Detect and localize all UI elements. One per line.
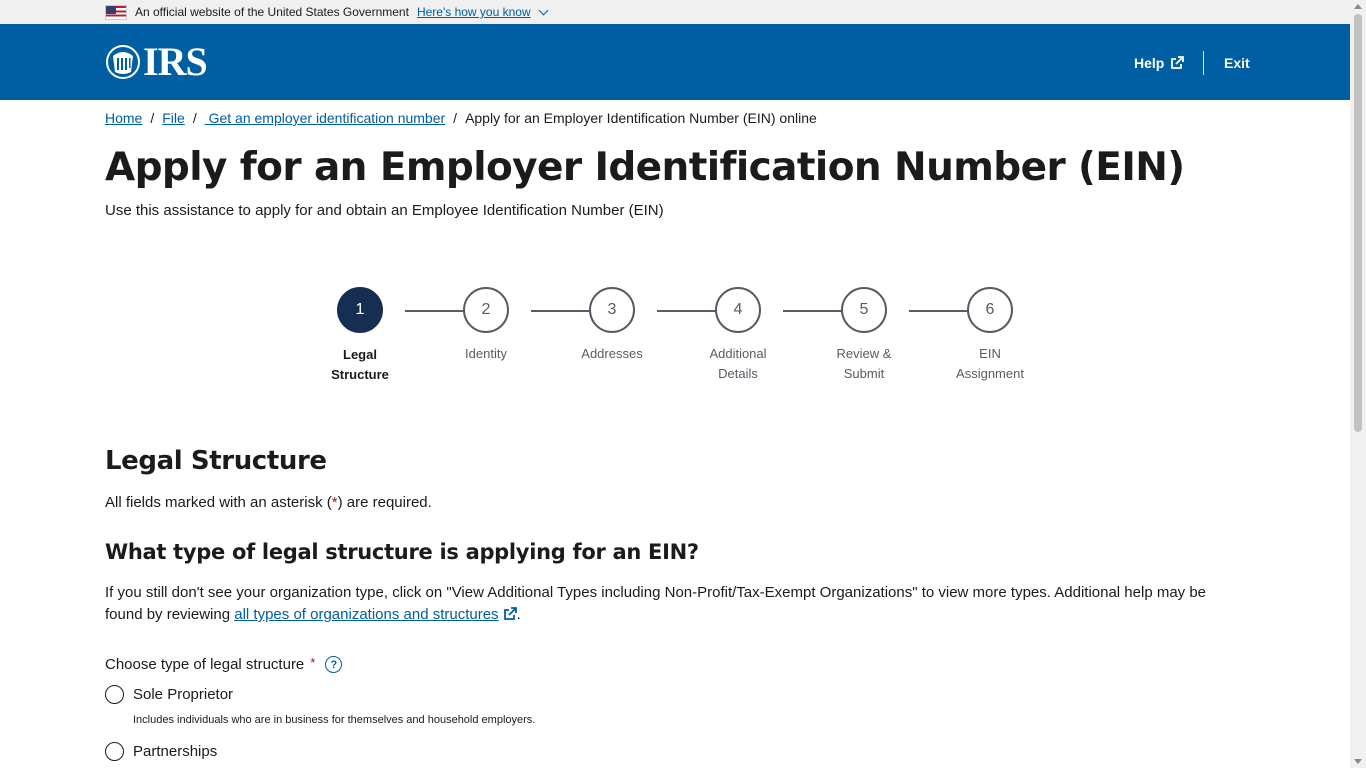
step-number: 2 bbox=[463, 287, 509, 333]
help-link[interactable]: Help bbox=[1134, 55, 1185, 71]
breadcrumb-separator: / bbox=[192, 110, 197, 126]
required-fields-note: All fields marked with an asterisk (*) a… bbox=[105, 494, 432, 511]
heres-how-you-know-link[interactable]: Here's how you know bbox=[417, 5, 531, 19]
radio-label[interactable]: Sole Proprietor bbox=[133, 686, 233, 703]
scroll-down-icon[interactable] bbox=[1354, 759, 1362, 764]
step-number: 1 bbox=[337, 287, 383, 333]
external-link-icon bbox=[1171, 56, 1185, 69]
section-title: Legal Structure bbox=[105, 446, 327, 476]
help-question-icon[interactable]: ? bbox=[325, 656, 343, 673]
eagle-icon bbox=[106, 45, 140, 79]
external-link-icon[interactable] bbox=[503, 607, 517, 621]
breadcrumb-separator: / bbox=[453, 110, 458, 126]
help-label: Help bbox=[1134, 55, 1165, 71]
scroll-thumb[interactable] bbox=[1354, 14, 1362, 432]
breadcrumb: Home / File / Get an employer identifica… bbox=[105, 110, 817, 126]
required-asterisk: * bbox=[310, 654, 316, 670]
breadcrumb-home[interactable]: Home bbox=[105, 110, 142, 126]
breadcrumb-current: Apply for an Employer Identification Num… bbox=[465, 110, 817, 126]
header-divider bbox=[1203, 51, 1204, 75]
step-label: Addresses bbox=[581, 346, 643, 361]
step-review-submit: 5 Review & Submit bbox=[809, 287, 919, 384]
step-number: 3 bbox=[589, 287, 635, 333]
site-header: IRS Help Exit bbox=[0, 24, 1350, 100]
radio-sole-proprietor[interactable]: Sole Proprietor bbox=[105, 685, 233, 704]
progress-stepper: 1 Legal Structure 2 Identity 3 Addresses … bbox=[320, 287, 1060, 387]
logo-wordmark: IRS bbox=[143, 39, 208, 84]
irs-logo[interactable]: IRS bbox=[105, 39, 208, 84]
step-label: Identity bbox=[465, 346, 507, 361]
choose-structure-label: Choose type of legal structure * ? bbox=[105, 654, 343, 673]
radio-partnerships[interactable]: Partnerships bbox=[105, 742, 217, 761]
radio-circle[interactable] bbox=[105, 685, 124, 704]
step-number: 5 bbox=[841, 287, 887, 333]
page-scrollbar[interactable] bbox=[1350, 0, 1366, 768]
legal-structure-question: What type of legal structure is applying… bbox=[105, 540, 699, 564]
radio-circle[interactable] bbox=[105, 742, 124, 761]
help-text: If you still don't see your organization… bbox=[105, 584, 1207, 623]
chevron-down-icon[interactable] bbox=[538, 5, 549, 15]
breadcrumb-separator: / bbox=[150, 110, 155, 126]
step-label: Review & Submit bbox=[836, 346, 892, 381]
step-number: 4 bbox=[715, 287, 761, 333]
radio-description: Includes individuals who are in business… bbox=[133, 714, 536, 726]
step-additional-details: 4 Additional Details bbox=[683, 287, 793, 384]
gov-banner: An official website of the United States… bbox=[0, 0, 1350, 24]
step-label: EIN Assignment bbox=[956, 346, 1024, 381]
org-types-link[interactable]: all types of organizations and structure… bbox=[234, 606, 498, 623]
breadcrumb-file[interactable]: File bbox=[162, 110, 185, 126]
us-flag-icon bbox=[105, 4, 127, 20]
scroll-up-icon[interactable] bbox=[1354, 4, 1362, 9]
step-legal-structure: 1 Legal Structure bbox=[305, 287, 415, 385]
step-identity: 2 Identity bbox=[431, 287, 541, 364]
radio-label[interactable]: Partnerships bbox=[133, 743, 217, 760]
breadcrumb-get-ein[interactable]: Get an employer identification number bbox=[205, 110, 446, 126]
step-label: Additional Details bbox=[709, 346, 767, 381]
step-ein-assignment: 6 EIN Assignment bbox=[935, 287, 1045, 384]
step-label: Legal Structure bbox=[331, 347, 389, 382]
page-subtitle: Use this assistance to apply for and obt… bbox=[105, 202, 664, 219]
exit-link[interactable]: Exit bbox=[1224, 55, 1250, 71]
step-addresses: 3 Addresses bbox=[557, 287, 667, 364]
step-number: 6 bbox=[967, 287, 1013, 333]
page-title: Apply for an Employer Identification Num… bbox=[105, 145, 1185, 190]
gov-banner-text: An official website of the United States… bbox=[135, 5, 409, 19]
